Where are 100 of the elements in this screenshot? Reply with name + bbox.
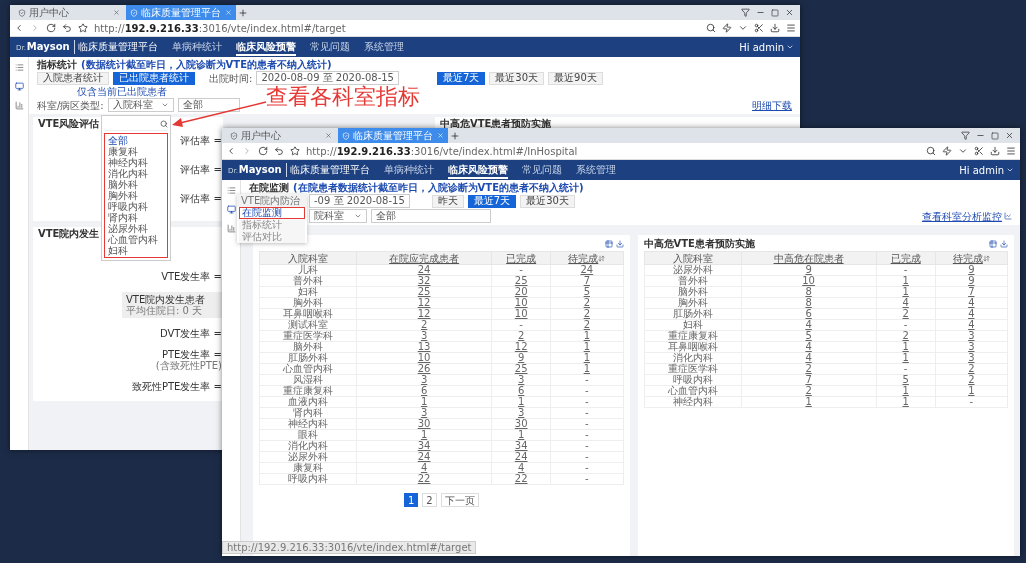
new-tab-icon[interactable] xyxy=(238,7,248,18)
table-cell[interactable]: 1 xyxy=(356,429,492,441)
menu-item[interactable]: 在院监测 xyxy=(239,207,305,219)
dropdown-option[interactable]: 康复科 xyxy=(108,146,164,157)
table-cell[interactable]: 22 xyxy=(356,473,492,485)
table-cell[interactable]: 25 xyxy=(356,286,492,298)
table-cell[interactable]: 9 xyxy=(491,352,551,364)
range-button[interactable]: 昨天 xyxy=(431,194,464,208)
dropdown-option[interactable]: 消化内科 xyxy=(108,168,164,179)
dropdown-option[interactable]: 心血管内科 xyxy=(108,234,164,245)
table-cell[interactable]: 13 xyxy=(356,341,492,353)
bar-chart-icon[interactable] xyxy=(14,101,24,110)
department-field[interactable]: 全部 xyxy=(177,98,240,112)
dropdown-option[interactable]: 肾内科 xyxy=(108,212,164,223)
chevron-down-icon[interactable] xyxy=(958,146,968,156)
column-header[interactable]: 在院应完成患者 xyxy=(356,251,492,265)
search-icon[interactable] xyxy=(926,146,936,156)
table-cell[interactable]: 6 xyxy=(356,385,492,397)
table-cell[interactable]: 2 xyxy=(550,297,623,309)
list-icon[interactable] xyxy=(226,186,236,195)
table-cell[interactable]: 10 xyxy=(741,275,877,287)
table-cell[interactable]: 10 xyxy=(491,308,551,320)
table-cell[interactable]: 1 xyxy=(876,385,936,397)
table-icon[interactable] xyxy=(989,239,997,248)
funnel-icon[interactable] xyxy=(741,8,750,17)
mode-button[interactable]: 入院患者统计 xyxy=(37,71,109,85)
table-cell[interactable]: 34 xyxy=(491,440,551,452)
undo-icon[interactable] xyxy=(274,146,284,156)
table-cell[interactable]: 1 xyxy=(741,396,877,408)
table-cell[interactable]: 5 xyxy=(876,374,936,386)
table-cell[interactable]: 3 xyxy=(491,407,551,419)
column-header[interactable]: 待完成 xyxy=(550,251,623,265)
chevron-down-icon[interactable] xyxy=(738,23,748,33)
user-menu[interactable]: Hi admin xyxy=(739,41,794,53)
analysis-link[interactable]: 查看科室分析监控 xyxy=(922,210,1012,222)
search-icon[interactable] xyxy=(706,23,716,33)
nav-item[interactable]: 临床风险预警 xyxy=(235,38,296,56)
range-button[interactable]: 最近7天 xyxy=(467,194,517,208)
back-icon[interactable] xyxy=(226,146,236,156)
sort-icon[interactable] xyxy=(982,255,990,262)
table-cell[interactable]: 1 xyxy=(876,286,936,298)
table-cell[interactable]: 1 xyxy=(491,429,551,441)
table-cell[interactable]: 2 xyxy=(935,374,1008,386)
undo-icon[interactable] xyxy=(62,23,72,33)
table-cell[interactable]: 4 xyxy=(356,462,492,474)
close-icon[interactable] xyxy=(1005,131,1014,140)
range-button[interactable]: 最近30天 xyxy=(520,194,575,208)
menu-item[interactable]: 指标统计 xyxy=(239,219,305,231)
table-cell[interactable]: 4 xyxy=(876,297,936,309)
table-cell[interactable]: 5 xyxy=(550,286,623,298)
lightning-icon[interactable] xyxy=(942,146,952,156)
page-button[interactable]: 1 xyxy=(403,493,419,507)
table-cell[interactable]: 9 xyxy=(935,275,1008,287)
table-cell[interactable]: 24 xyxy=(491,451,551,463)
table-cell[interactable]: 25 xyxy=(491,363,551,375)
table-cell[interactable]: 1 xyxy=(550,352,623,364)
maximize-icon[interactable] xyxy=(991,131,999,140)
funnel-icon[interactable] xyxy=(961,131,970,140)
table-cell[interactable]: 1 xyxy=(550,341,623,353)
table-cell[interactable]: 3 xyxy=(935,352,1008,364)
dropdown-option[interactable]: 妇科 xyxy=(108,245,164,256)
table-cell[interactable]: 1 xyxy=(491,396,551,408)
column-header[interactable]: 中高危在院患者 xyxy=(741,251,877,265)
table-cell[interactable]: 4 xyxy=(491,462,551,474)
table-cell[interactable]: 8 xyxy=(741,286,877,298)
table-cell[interactable]: 2 xyxy=(356,319,492,331)
table-cell[interactable]: 4 xyxy=(741,352,877,364)
table-cell[interactable]: 1 xyxy=(876,341,936,353)
list-icon[interactable] xyxy=(14,63,24,72)
table-cell[interactable]: 4 xyxy=(741,319,877,331)
close-icon[interactable] xyxy=(785,8,794,17)
table-cell[interactable]: 2 xyxy=(876,330,936,342)
table-cell[interactable]: 9 xyxy=(741,264,877,276)
table-cell[interactable]: 3 xyxy=(935,330,1008,342)
table-cell[interactable]: 2 xyxy=(741,363,877,375)
table-cell[interactable]: 4 xyxy=(741,341,877,353)
download-icon[interactable] xyxy=(1000,239,1008,248)
table-cell[interactable]: 24 xyxy=(356,264,492,276)
star-icon[interactable] xyxy=(78,23,88,33)
table-cell[interactable]: 32 xyxy=(356,275,492,287)
download-link[interactable]: 明细下载 xyxy=(752,99,792,111)
table-cell[interactable]: 4 xyxy=(935,308,1008,320)
user-menu[interactable]: Hi admin xyxy=(959,164,1014,176)
department-field[interactable]: 全部 xyxy=(371,209,491,223)
download-icon[interactable] xyxy=(990,146,1000,156)
reload-icon[interactable] xyxy=(46,23,56,33)
table-cell[interactable]: 12 xyxy=(491,341,551,353)
table-cell[interactable]: 5 xyxy=(741,330,877,342)
dropdown-option[interactable]: 神经内科 xyxy=(108,157,164,168)
back-icon[interactable] xyxy=(14,23,24,33)
table-cell[interactable]: 12 xyxy=(356,297,492,309)
table-cell[interactable]: 1 xyxy=(356,396,492,408)
search-icon[interactable] xyxy=(160,120,168,128)
table-cell[interactable]: 1 xyxy=(935,385,1008,397)
table-cell[interactable]: 1 xyxy=(876,352,936,364)
monitor-icon[interactable] xyxy=(14,82,24,91)
table-cell[interactable]: 24 xyxy=(356,451,492,463)
table-cell[interactable]: 1 xyxy=(550,330,623,342)
table-cell[interactable]: 2 xyxy=(550,308,623,320)
type-select[interactable]: 院科室 xyxy=(309,209,367,223)
